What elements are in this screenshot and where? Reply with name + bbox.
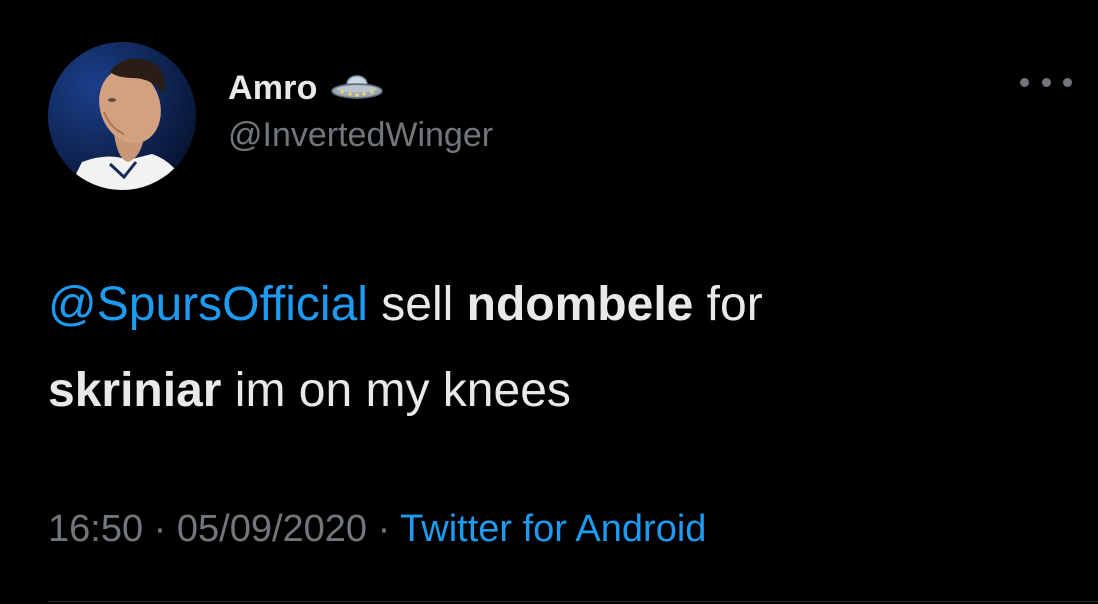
tweet-text-segment: for [693,278,763,331]
tweet-time[interactable]: 16:50 [48,508,143,550]
display-name[interactable]: Amro [228,69,318,108]
meta-separator: · [143,508,177,550]
tweet-text-bold: skriniar [48,364,222,417]
tweet-text-bold: ndombele [466,278,694,331]
more-options-button[interactable] [1020,70,1072,94]
more-horizontal-icon [1020,77,1029,87]
tweet-text-segment: im on my knees [221,364,571,417]
avatar[interactable] [48,42,196,190]
mention-link[interactable]: @SpursOfficial [48,278,368,331]
tweet-text-segment: sell [367,278,467,331]
avatar-photo [48,42,196,190]
meta-separator: · [367,508,401,550]
flying-saucer-icon [330,71,384,105]
display-name-row[interactable]: Amro [228,64,384,112]
tweet-text: @SpursOfficial sell ndombele for skrinia… [48,262,1068,434]
tweet-metadata: 16:50 · 05/09/2020 · Twitter for Android [48,508,706,551]
tweet-card: Amro @InvertedWinger @SpursOfficial sell… [0,0,1098,604]
tweet-source-link[interactable]: Twitter for Android [400,508,706,550]
more-horizontal-icon-dot [1063,77,1072,87]
tweet-date[interactable]: 05/09/2020 [177,508,367,550]
more-horizontal-icon-dot [1041,77,1051,87]
user-handle[interactable]: @InvertedWinger [228,116,493,155]
divider [48,601,1098,602]
